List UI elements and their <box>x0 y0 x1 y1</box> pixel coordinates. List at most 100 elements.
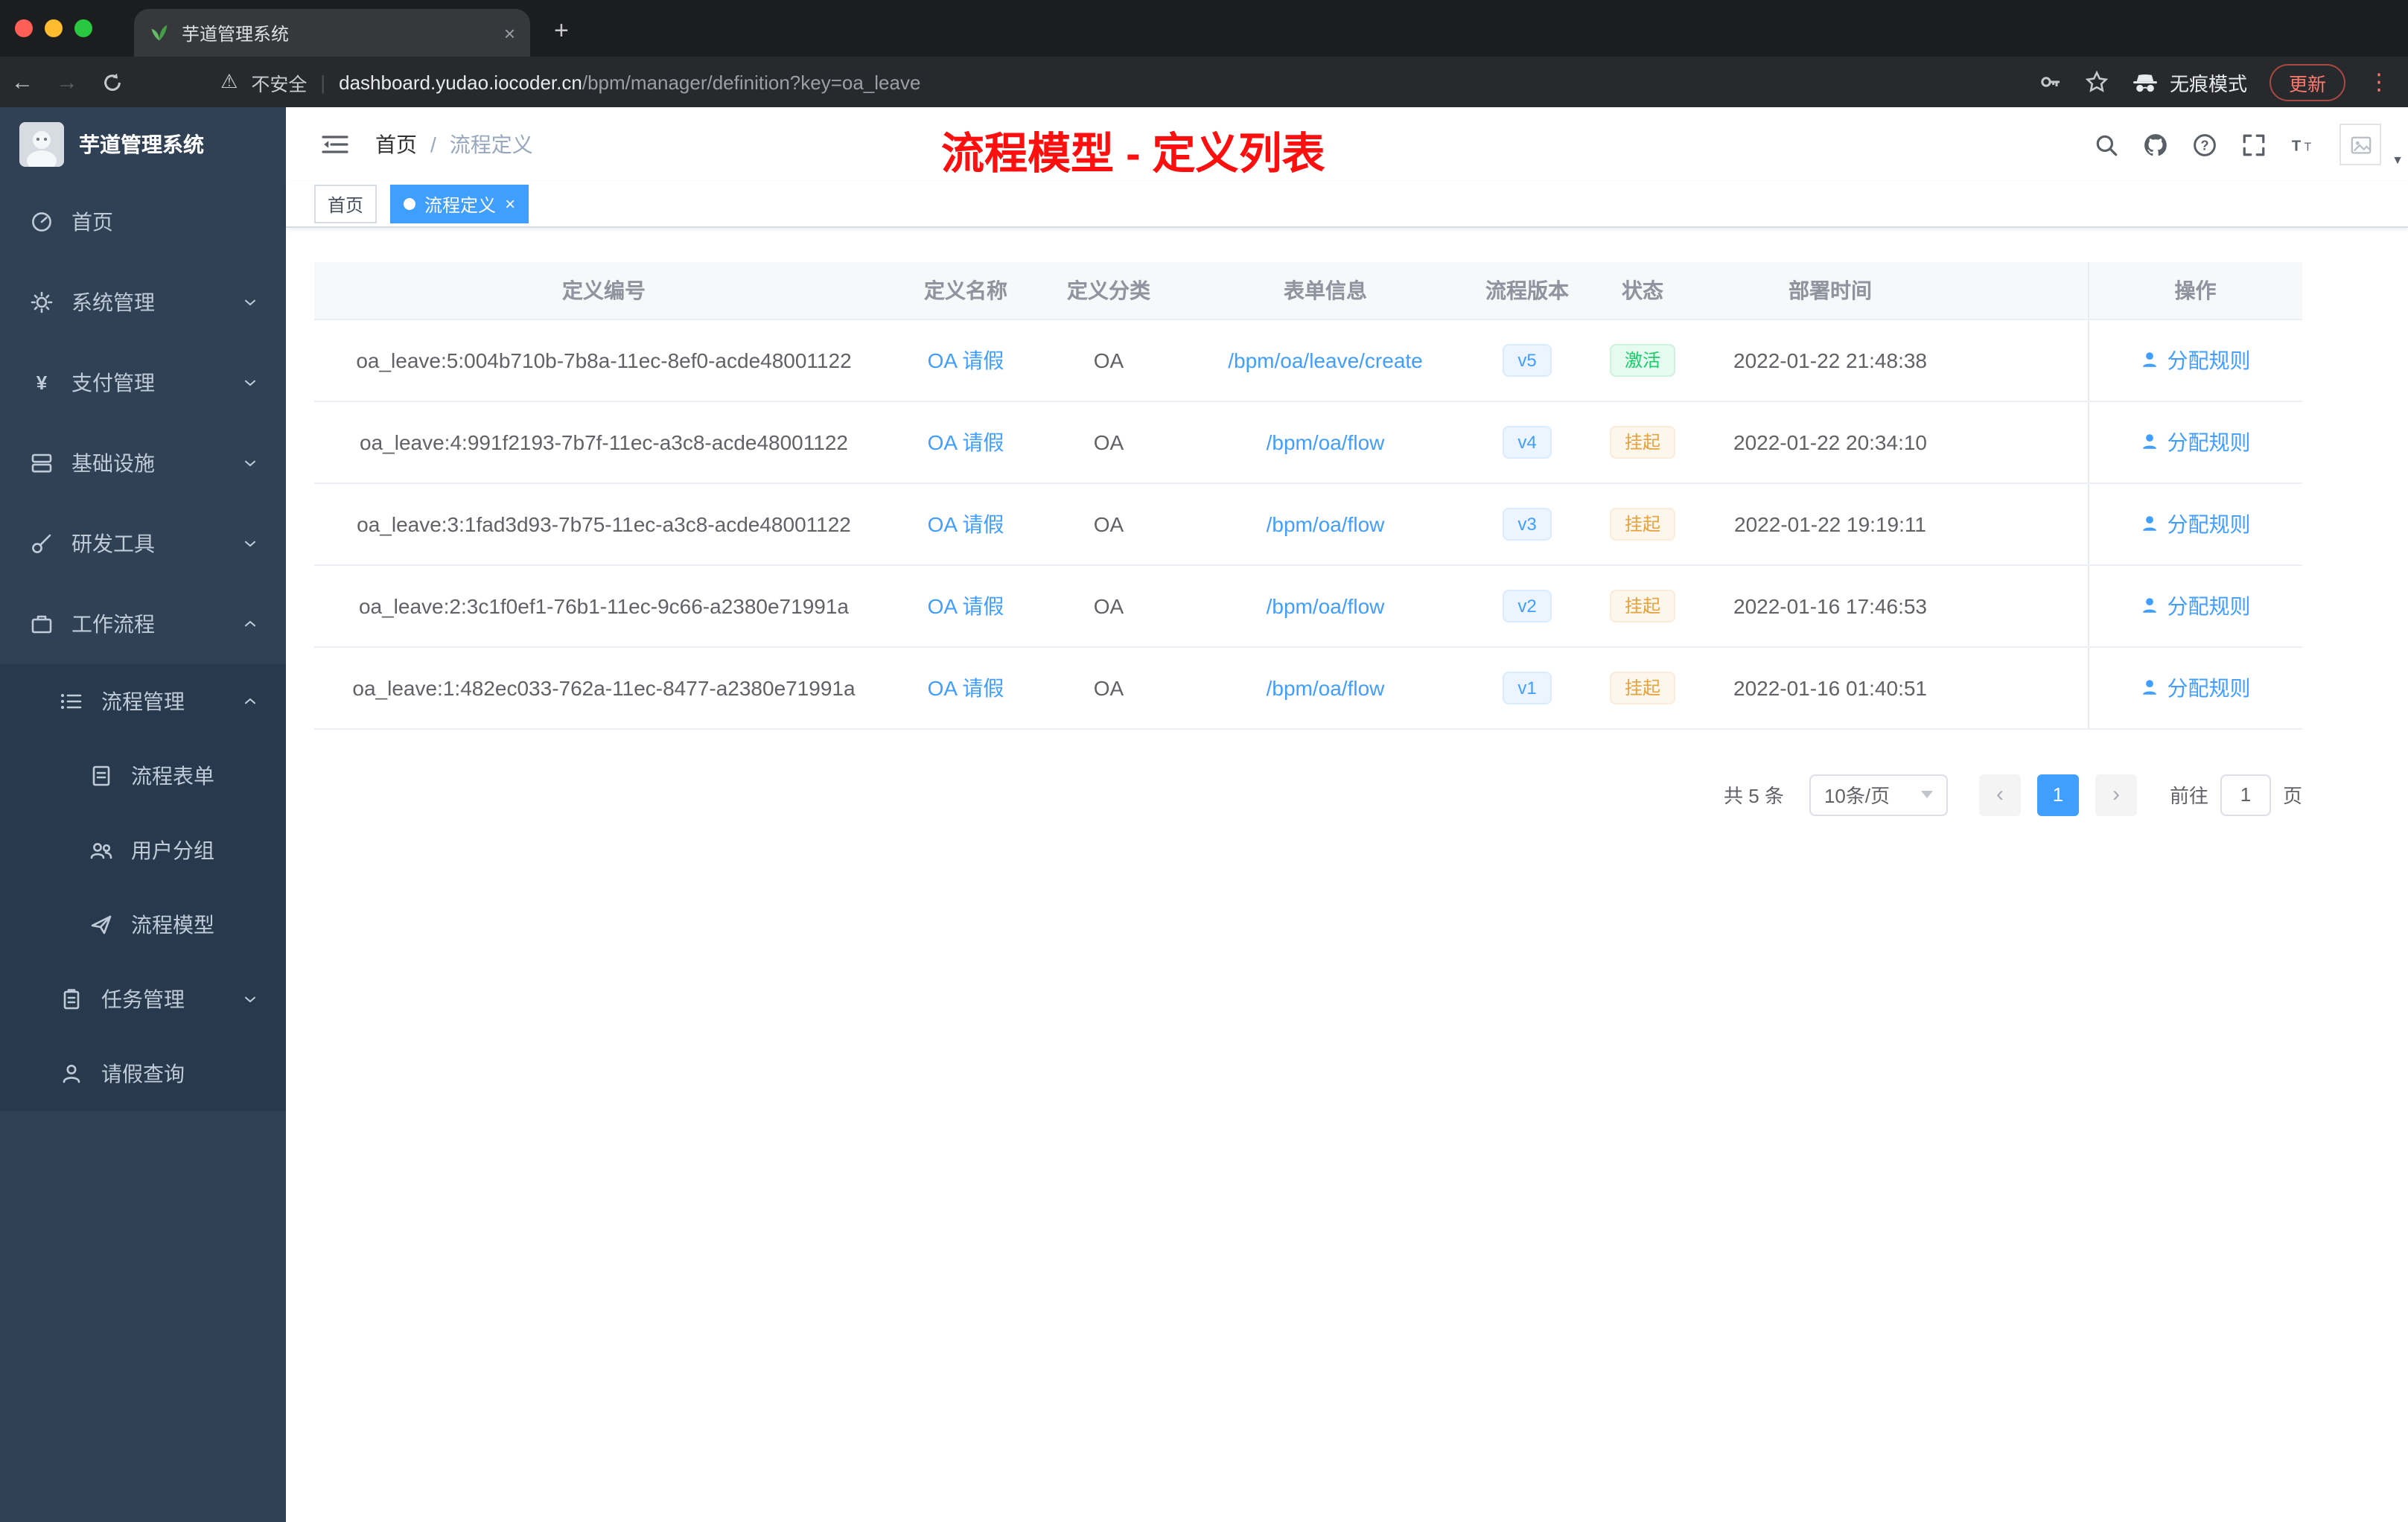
definition-name-link[interactable]: OA 请假 <box>928 430 1004 453</box>
next-page-button[interactable]: › <box>2095 774 2137 815</box>
sidebar-item-infrastructure[interactable]: 基础设施 <box>0 423 286 503</box>
chevron-down-icon <box>244 460 256 467</box>
fullscreen-icon[interactable] <box>2241 132 2267 157</box>
tag-process-definition[interactable]: 流程定义 × <box>390 185 529 223</box>
close-window-button[interactable] <box>15 19 33 37</box>
breadcrumb-current: 流程定义 <box>449 133 533 156</box>
tab-title: 芋道管理系统 <box>182 23 290 44</box>
form-link[interactable]: /bpm/oa/flow <box>1267 593 1385 617</box>
gear-icon <box>31 291 53 313</box>
forward-icon[interactable]: → <box>45 69 89 95</box>
svg-text:T: T <box>2305 141 2311 153</box>
sidebar-item-label: 流程表单 <box>131 764 214 788</box>
maximize-window-button[interactable] <box>74 19 92 37</box>
column-header-id: 定义编号 <box>314 262 894 319</box>
screen: 芋道管理系统 × + ← → ⚠ 不安全 | dashboard.yudao.i… <box>0 0 2408 1522</box>
menu-kebab-icon[interactable]: ⋮ <box>2368 69 2390 95</box>
sidebar-item-label: 任务管理 <box>101 987 185 1011</box>
user-avatar[interactable]: ▼ <box>2339 119 2404 170</box>
key-icon[interactable] <box>2039 70 2063 94</box>
sidebar-item-user-group[interactable]: 用户分组 <box>0 813 286 888</box>
form-link[interactable]: /bpm/oa/flow <box>1267 512 1385 535</box>
sidebar-item-task-management[interactable]: 任务管理 <box>0 962 286 1037</box>
minimize-window-button[interactable] <box>45 19 63 37</box>
form-link[interactable]: /bpm/oa/flow <box>1267 675 1385 699</box>
cell-category: OA <box>1038 401 1179 483</box>
sidebar-item-system[interactable]: 系统管理 <box>0 262 286 343</box>
wrench-icon <box>32 534 51 553</box>
incognito-badge[interactable]: 无痕模式 <box>2131 68 2247 96</box>
tag-label: 首页 <box>328 194 364 215</box>
table-row: oa_leave:2:3c1f0ef1-76b1-11ec-9c66-a2380… <box>314 564 2302 647</box>
column-header-action: 操作 <box>2087 262 2302 319</box>
user-icon <box>2143 434 2157 449</box>
address-bar[interactable]: ⚠ 不安全 | dashboard.yudao.iocoder.cn/bpm/m… <box>220 68 2039 96</box>
assign-rule-button[interactable]: 分配规则 <box>2141 509 2251 538</box>
sidebar-item-label: 流程模型 <box>131 913 214 937</box>
bookmark-star-icon[interactable] <box>2085 70 2109 94</box>
back-icon[interactable]: ← <box>0 69 45 95</box>
app-title: 芋道管理系统 <box>79 133 204 156</box>
reload-icon[interactable] <box>89 71 134 93</box>
cell-category: OA <box>1038 483 1179 565</box>
sidebar-item-process-form[interactable]: 流程表单 <box>0 739 286 813</box>
pagination: 共 5 条 10条/页 ‹ 1 › 前往 页 <box>314 774 2302 815</box>
goto-label: 前往 <box>2169 785 2208 807</box>
sidebar-item-leave-query[interactable]: 请假查询 <box>0 1037 286 1111</box>
cell-definition-id: oa_leave:2:3c1f0ef1-76b1-11ec-9c66-a2380… <box>314 564 894 647</box>
sidebar: 芋道管理系统 首页 系统管理 ¥ 支付管理 基础设施 研发工具 工作流程 流程管… <box>0 107 286 1522</box>
page-unit-label: 页 <box>2282 785 2302 807</box>
user-icon <box>2143 680 2157 695</box>
font-size-icon[interactable]: TT <box>2290 132 2316 157</box>
definition-name-link[interactable]: OA 请假 <box>928 593 1004 617</box>
action-label: 分配规则 <box>2167 430 2251 453</box>
assign-rule-button[interactable]: 分配规则 <box>2141 345 2251 375</box>
form-icon <box>92 765 110 786</box>
definition-name-link[interactable]: OA 请假 <box>928 512 1004 535</box>
sidebar-item-workflow[interactable]: 工作流程 <box>0 584 286 664</box>
page-number-button[interactable]: 1 <box>2036 774 2079 815</box>
sidebar-item-label: 工作流程 <box>71 612 155 636</box>
goto-page-input[interactable] <box>2220 774 2271 815</box>
list-icon <box>61 694 82 709</box>
definition-name-link[interactable]: OA 请假 <box>928 348 1004 372</box>
assign-rule-button[interactable]: 分配规则 <box>2141 427 2251 456</box>
security-label[interactable]: 不安全 <box>251 68 307 96</box>
page-size-select[interactable]: 10条/页 <box>1809 774 1948 815</box>
main-panel: 首页 / 流程定义 流程模型 - 定义列表 ? T T ▼ 首页 流程定义 × … <box>286 107 2408 1522</box>
status-badge: 挂起 <box>1609 589 1675 622</box>
update-button[interactable]: 更新 <box>2269 63 2345 101</box>
sidebar-item-home[interactable]: 首页 <box>0 182 286 262</box>
assign-rule-button[interactable]: 分配规则 <box>2141 672 2251 702</box>
sidebar-item-process-management[interactable]: 流程管理 <box>0 664 286 739</box>
assign-rule-button[interactable]: 分配规则 <box>2141 590 2251 620</box>
definition-name-link[interactable]: OA 请假 <box>928 675 1004 699</box>
new-tab-button[interactable]: + <box>530 16 569 57</box>
url-text[interactable]: dashboard.yudao.iocoder.cn/bpm/manager/d… <box>339 71 920 93</box>
cell-deploy-time: 2022-01-16 17:46:53 <box>1702 564 1958 647</box>
form-link[interactable]: /bpm/oa/flow <box>1267 430 1385 453</box>
chevron-up-icon <box>244 698 256 704</box>
version-badge: v3 <box>1503 507 1552 540</box>
hamburger-icon[interactable] <box>322 133 348 156</box>
sidebar-item-label: 基础设施 <box>71 451 155 475</box>
sidebar-item-devtools[interactable]: 研发工具 <box>0 503 286 584</box>
tab-close-icon[interactable]: × <box>504 22 515 44</box>
sidebar-logo-row[interactable]: 芋道管理系统 <box>0 107 286 182</box>
column-header-version: 流程版本 <box>1471 262 1583 319</box>
sidebar-item-payment[interactable]: ¥ 支付管理 <box>0 343 286 423</box>
help-icon[interactable]: ? <box>2192 132 2217 157</box>
sidebar-item-label: 请假查询 <box>101 1062 185 1086</box>
github-icon[interactable] <box>2143 132 2168 157</box>
tag-close-icon[interactable]: × <box>505 195 515 213</box>
form-link[interactable]: /bpm/oa/leave/create <box>1228 348 1423 372</box>
sidebar-item-label: 流程管理 <box>101 690 185 713</box>
sidebar-item-process-model[interactable]: 流程模型 <box>0 888 286 962</box>
avatar-caret-icon: ▼ <box>2392 153 2404 167</box>
user-icon <box>2143 598 2157 613</box>
prev-page-button[interactable]: ‹ <box>1978 774 2021 815</box>
tag-home[interactable]: 首页 <box>314 185 378 223</box>
browser-tab[interactable]: 芋道管理系统 × <box>134 9 530 57</box>
search-icon[interactable] <box>2094 132 2119 157</box>
breadcrumb-home[interactable]: 首页 <box>375 130 417 159</box>
